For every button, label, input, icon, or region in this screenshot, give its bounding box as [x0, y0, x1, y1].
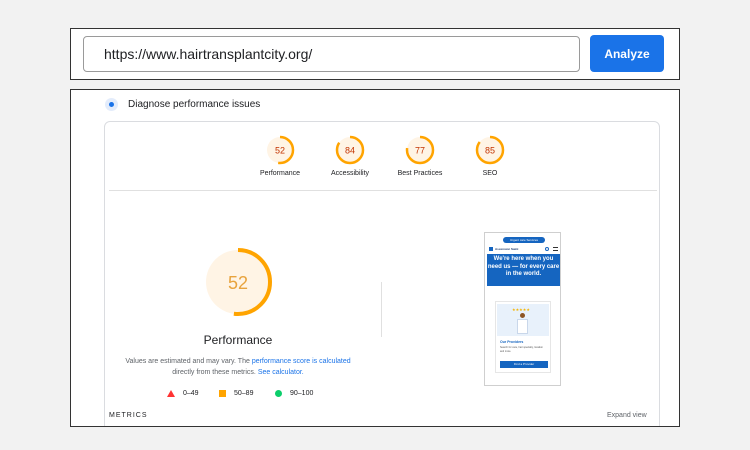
analyze-button[interactable]: Analyze [590, 35, 664, 72]
legend-fail-range: 0–49 [183, 390, 199, 397]
gauge-seo[interactable]: 85 SEO [455, 134, 525, 177]
diagnose-icon [105, 98, 118, 111]
gauge-performance-score: 52 [275, 146, 285, 156]
doctor-icon [517, 313, 528, 335]
url-input[interactable] [83, 36, 580, 72]
score-legend: 0–49 50–89 90–100 [167, 390, 387, 402]
gauge-performance-ring: 52 [265, 135, 295, 165]
performance-gauge-large: 52 [204, 248, 272, 316]
square-icon [219, 390, 226, 397]
screenshot-logo-icon [489, 247, 493, 251]
section-divider [109, 190, 657, 191]
gauge-best-practices-score: 77 [415, 146, 425, 156]
vertical-divider [381, 282, 382, 337]
performance-score-large: 52 [228, 273, 248, 293]
score-calculated-link[interactable]: performance score is calculated [252, 358, 351, 365]
screenshot-nav: Ascension Saint [489, 246, 558, 252]
screenshot-illustration: ★★★★★ [497, 304, 549, 336]
screenshot-card: ★★★★★ Our Providers Search for care, hai… [495, 301, 551, 373]
gauge-best-practices-label: Best Practices [397, 170, 443, 177]
legend-pass-range: 90–100 [290, 390, 314, 397]
screenshot-card-title: Our Providers [500, 340, 524, 344]
url-bar: Analyze [70, 28, 680, 80]
see-calculator-link[interactable]: See calculator. [258, 369, 304, 376]
gauge-seo-score: 85 [485, 146, 495, 156]
screenshot-pill: Urgent care Services [503, 237, 545, 243]
gauge-accessibility[interactable]: 84 Accessibility [315, 134, 385, 177]
legend-fail: 0–49 [167, 390, 199, 397]
report-panel: Diagnose performance issues 52 Performan… [70, 89, 680, 427]
stars-icon: ★★★★★ [512, 307, 530, 312]
legend-pass: 90–100 [275, 390, 313, 397]
gauge-seo-ring: 85 [475, 135, 505, 165]
gauge-performance-label: Performance [259, 170, 301, 177]
screenshot-logo: Ascension Saint [495, 247, 519, 251]
performance-title: Performance [203, 333, 273, 347]
gauge-performance[interactable]: 52 Performance [245, 134, 315, 177]
triangle-icon [167, 390, 175, 397]
category-gauges: 52 Performance 84 Accessibility 77 Best [245, 134, 525, 194]
page-screenshot: Urgent care Services Ascension Saint We'… [484, 232, 561, 386]
gauge-best-practices-ring: 77 [405, 135, 435, 165]
circle-icon [275, 390, 282, 397]
screenshot-hero: We're here when you need us — for every … [487, 254, 560, 286]
desc-prefix: Values are estimated and may vary. The [125, 358, 250, 365]
screenshot-card-button: Find a Provider [500, 361, 548, 368]
desc-middle: directly from these metrics. [172, 369, 256, 376]
screenshot-card-text: Search for care, hair specialty, locatio… [500, 346, 543, 353]
performance-description: Values are estimated and may vary. The p… [125, 356, 351, 378]
gauge-accessibility-label: Accessibility [330, 170, 370, 177]
report-card: 52 Performance 84 Accessibility 77 Best [104, 121, 660, 426]
gauge-best-practices[interactable]: 77 Best Practices [385, 134, 455, 177]
menu-icon [553, 247, 558, 251]
gauge-seo-label: SEO [482, 170, 498, 177]
search-icon [545, 247, 549, 251]
legend-average-range: 50–89 [234, 390, 254, 397]
diagnose-header: Diagnose performance issues [105, 98, 260, 111]
gauge-accessibility-ring: 84 [335, 135, 365, 165]
legend-average: 50–89 [219, 390, 253, 397]
diagnose-title: Diagnose performance issues [128, 99, 261, 110]
gauge-accessibility-score: 84 [345, 146, 355, 156]
expand-view-link[interactable]: Expand view [607, 412, 647, 419]
metrics-label: METRICS [109, 412, 148, 419]
